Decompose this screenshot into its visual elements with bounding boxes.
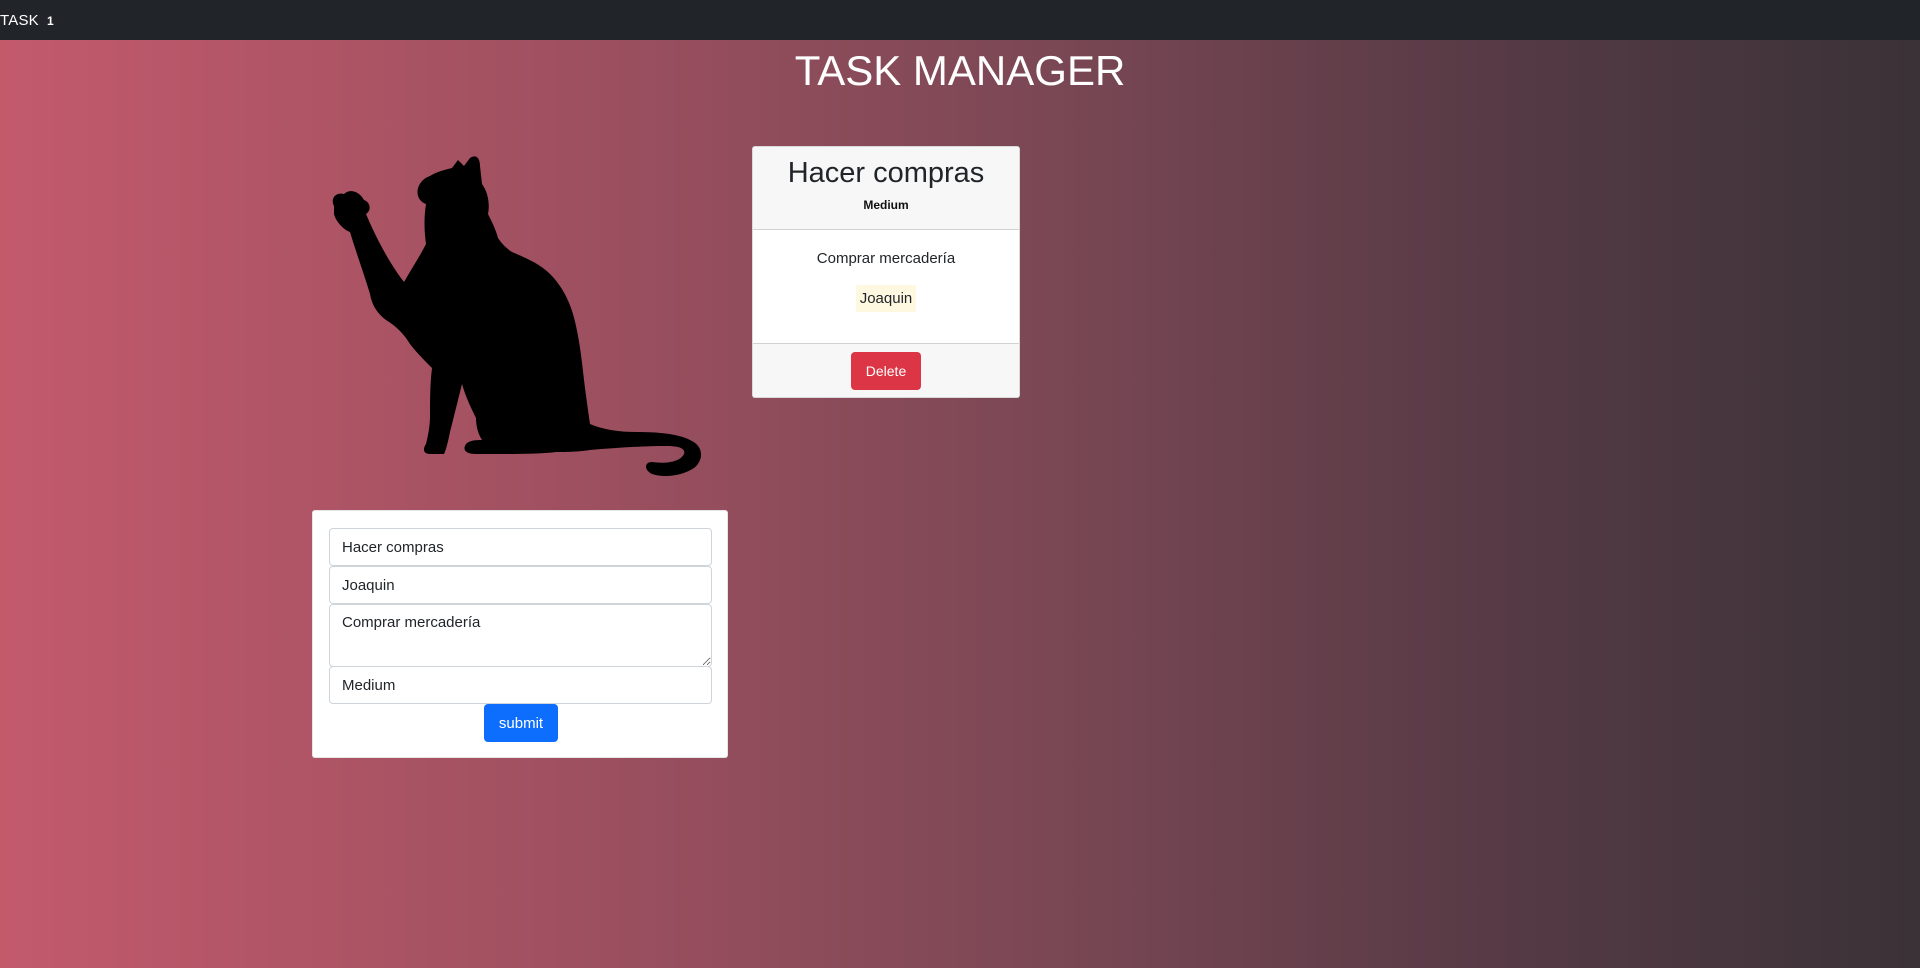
title-input[interactable]	[329, 528, 712, 566]
cat-silhouette-icon	[332, 156, 702, 476]
task-description: Comprar mercadería	[816, 250, 956, 267]
description-textarea[interactable]: Comprar mercadería	[329, 604, 712, 667]
submit-button[interactable]: submit	[484, 704, 558, 742]
task-card-body: Comprar mercadería Joaquin	[753, 230, 1019, 343]
delete-button[interactable]: Delete	[851, 352, 921, 390]
navbar: TASK 1	[0, 0, 1920, 40]
responsible-input[interactable]	[329, 566, 712, 604]
task-responsible: Joaquin	[855, 285, 917, 312]
navbar-brand[interactable]: TASK	[0, 12, 39, 29]
task-card: Hacer compras Medium Comprar mercadería …	[752, 146, 1020, 398]
task-card-header: Hacer compras Medium	[753, 147, 1019, 230]
page-title: TASK MANAGER	[0, 47, 1920, 95]
task-form: Comprar mercadería submit	[312, 510, 728, 758]
task-count-badge: 1	[47, 14, 54, 28]
page-title-text: TASK MANAGER	[794, 47, 1126, 94]
priority-input[interactable]	[329, 666, 712, 704]
task-title: Hacer compras	[787, 157, 985, 189]
task-card-footer: Delete	[753, 343, 1019, 397]
task-priority: Medium	[863, 198, 909, 212]
